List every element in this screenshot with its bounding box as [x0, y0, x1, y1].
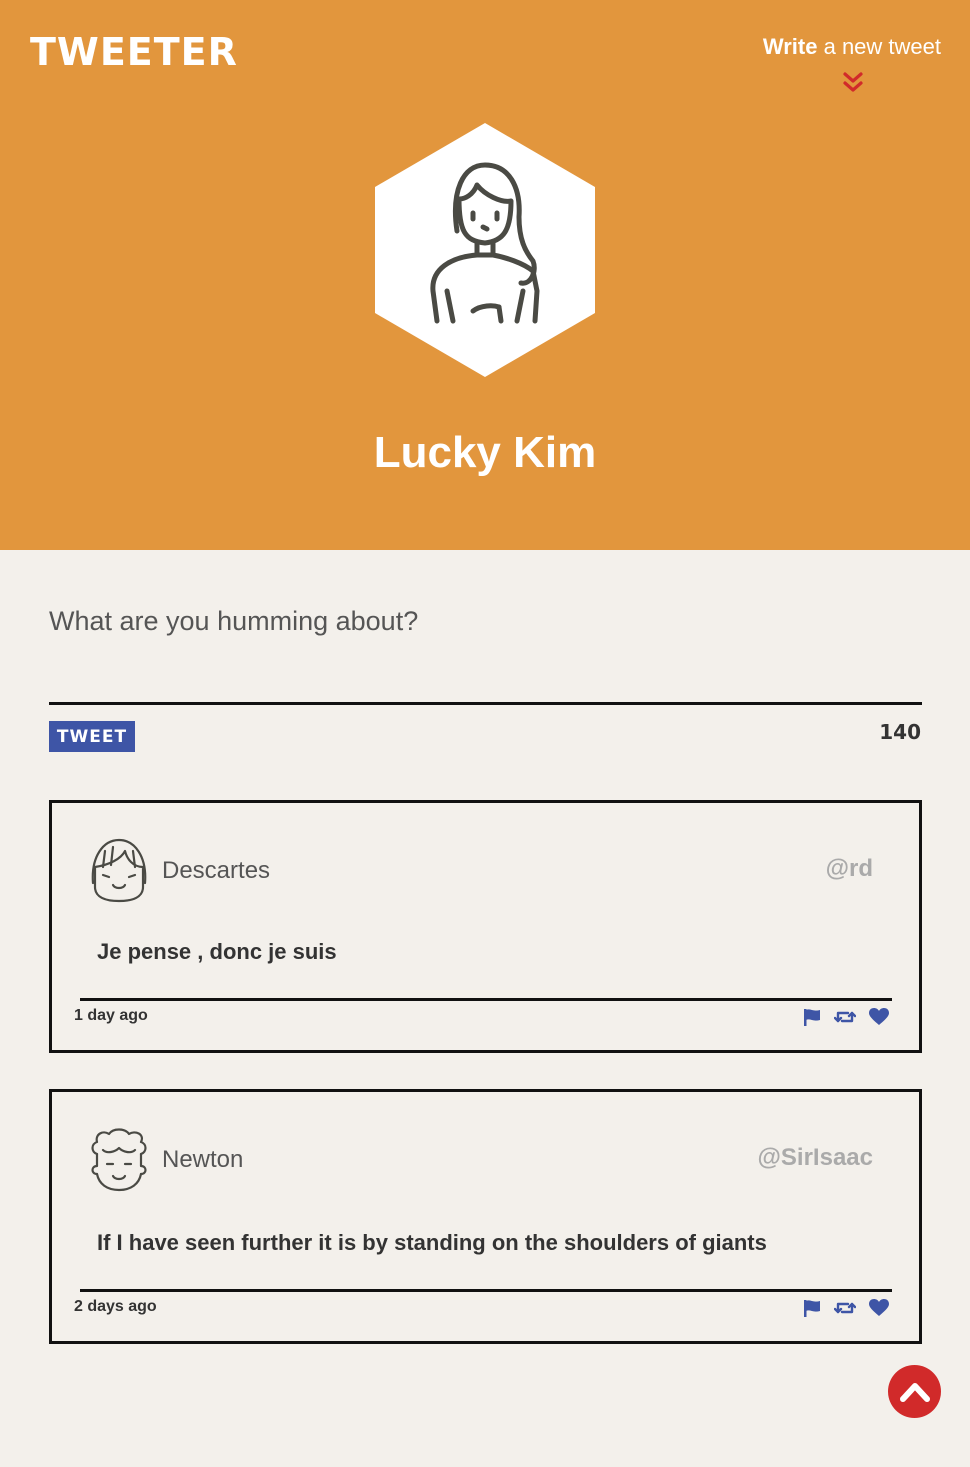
tweet-timestamp: 2 days ago [74, 1298, 157, 1315]
curly-hair-avatar-icon [91, 1128, 147, 1192]
write-new-tweet-toggle[interactable]: Write a new tweet [701, 34, 941, 60]
profile-avatar [375, 123, 595, 377]
flag-icon[interactable] [802, 1007, 822, 1027]
heart-icon[interactable] [868, 1007, 890, 1027]
tweet-author-name[interactable]: Newton [162, 1146, 243, 1174]
tweet-card: Newton @SirIsaac If I have seen further … [49, 1089, 922, 1344]
compose-tweet-input[interactable] [49, 600, 922, 642]
tweet-content: If I have seen further it is by standing… [97, 1230, 767, 1255]
compose-toggle-bold: Write [762, 34, 818, 59]
scroll-to-top-button[interactable] [888, 1365, 941, 1418]
profile-name: Lucky Kim [373, 428, 597, 477]
profile-header: TWEETER Write a new tweet Lucky Kim [0, 0, 970, 550]
chevron-up-icon [899, 1382, 930, 1402]
flag-icon[interactable] [802, 1298, 822, 1318]
tweet-author-name[interactable]: Descartes [162, 857, 270, 885]
tweet-card: Descartes @rd Je pense , donc je suis 1 … [49, 800, 922, 1053]
tweet-actions [802, 1297, 890, 1319]
double-chevron-down-icon[interactable] [838, 70, 868, 96]
character-counter: 140 [879, 720, 921, 744]
compose-toggle-rest: a new tweet [817, 34, 941, 59]
girl-bangs-avatar-icon [91, 838, 147, 903]
tweet-content: Je pense , donc je suis [97, 939, 337, 964]
tweet-author-handle[interactable]: @SirIsaac [758, 1144, 873, 1172]
tweet-actions [802, 1006, 890, 1028]
tweet-timestamp: 1 day ago [74, 1007, 148, 1024]
tweet-divider [80, 1289, 892, 1292]
compose-divider [49, 702, 922, 705]
brand-logo[interactable]: TWEETER [30, 30, 238, 74]
tweet-divider [80, 998, 892, 1001]
retweet-icon[interactable] [834, 1007, 856, 1027]
tweet-button[interactable]: TWEET [49, 721, 135, 752]
tweet-author-handle[interactable]: @rd [826, 855, 873, 883]
heart-icon[interactable] [868, 1298, 890, 1318]
retweet-icon[interactable] [834, 1298, 856, 1318]
